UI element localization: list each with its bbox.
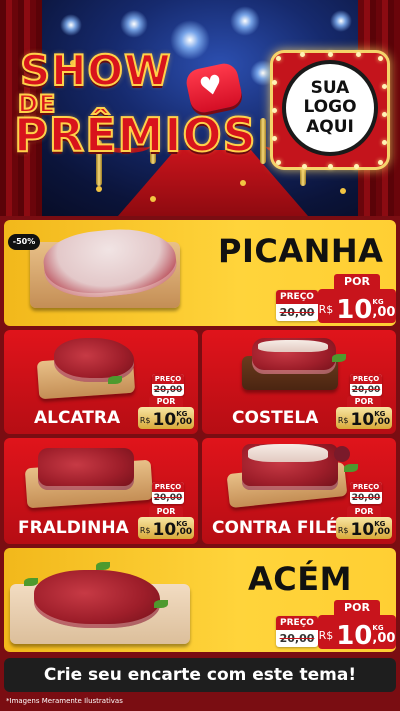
new-price-tag: POR R$ 10 KG ,00 — [138, 396, 194, 429]
new-price-tag: POR R$ 10 KG ,00 — [138, 506, 194, 539]
title-show: SHOW — [19, 46, 172, 95]
product-image-acem — [34, 570, 160, 628]
price-integer: 10 — [350, 520, 375, 540]
price-cents: ,00 — [176, 417, 193, 427]
old-price-label: PREÇO — [350, 482, 382, 492]
new-price-label: POR — [149, 506, 183, 517]
hero-banner: SHOW DE PRÊMIOS ♥ SUA LOGO AQUI — [0, 0, 400, 216]
currency: R$ — [139, 526, 151, 535]
title-premios: PRÊMIOS — [13, 108, 257, 162]
new-price-label: POR — [149, 396, 183, 407]
product-card-costela[interactable]: PREÇO 20,00 COSTELA POR R$ 10 KG ,00 — [202, 330, 396, 434]
coin-confetti — [240, 180, 246, 186]
price-integer: 10 — [152, 520, 177, 540]
price-cents: ,00 — [372, 631, 396, 646]
logo-placeholder[interactable]: SUA LOGO AQUI — [282, 60, 378, 156]
old-price: 20,00 — [351, 493, 381, 503]
product-name: ACÉM — [248, 560, 352, 598]
new-price-tag: POR R$ 10 KG ,00 — [318, 600, 396, 649]
product-name: PICANHA — [218, 232, 384, 270]
herb-garnish — [108, 376, 122, 384]
old-price: 20,00 — [153, 493, 183, 503]
new-price-label: POR — [334, 600, 380, 615]
currency: R$ — [337, 416, 349, 425]
product-name: FRALDINHA — [18, 518, 129, 538]
herb-garnish — [344, 464, 358, 472]
currency: R$ — [318, 629, 334, 642]
price-integer: 10 — [336, 295, 373, 325]
old-price: 20,00 — [153, 385, 183, 395]
currency: R$ — [337, 526, 349, 535]
price-integer: 10 — [152, 410, 177, 430]
product-name: COSTELA — [232, 408, 319, 428]
logo-placeholder-text: SUA LOGO AQUI — [303, 77, 357, 137]
spotlight — [170, 20, 210, 60]
new-price-tag: POR R$ 10 KG ,00 — [336, 506, 392, 539]
product-name: CONTRA FILÉ — [212, 518, 338, 538]
price-cents: ,00 — [374, 417, 391, 427]
old-price-label: PREÇO — [350, 374, 382, 384]
price-cents: ,00 — [176, 527, 193, 537]
price-cents: ,00 — [374, 527, 391, 537]
cta-banner[interactable]: Crie seu encarte com este tema! — [4, 658, 396, 692]
heart-icon: ♥ — [183, 61, 245, 115]
disclaimer: *Imagens Meramente Ilustrativas — [6, 697, 123, 705]
old-price-label: PREÇO — [152, 482, 184, 492]
old-price-label: PREÇO — [276, 616, 318, 630]
old-price: 20,00 — [279, 632, 315, 645]
old-price-tag: PREÇO 20,00 — [152, 482, 184, 504]
price-integer: 10 — [336, 621, 373, 651]
spotlight — [60, 14, 82, 36]
coin-confetti — [150, 196, 156, 202]
old-price: 20,00 — [279, 306, 315, 319]
spotlight — [120, 10, 148, 38]
new-price-tag: POR R$ 10 KG ,00 — [336, 396, 392, 429]
herb-garnish — [154, 600, 168, 608]
discount-badge: -50% — [8, 234, 40, 250]
old-price-tag: PREÇO 20,00 — [276, 290, 318, 321]
product-card-contra-file[interactable]: PREÇO 20,00 CONTRA FILÉ POR R$ 10 KG ,00 — [202, 438, 396, 544]
old-price-label: PREÇO — [152, 374, 184, 384]
herb-garnish — [96, 562, 110, 570]
old-price-tag: PREÇO 20,00 — [350, 374, 382, 396]
coin-confetti — [96, 186, 102, 192]
old-price-tag: PREÇO 20,00 — [152, 374, 184, 396]
onion-garnish — [334, 446, 350, 462]
product-image-alcatra — [54, 338, 134, 382]
price-cents: ,00 — [372, 305, 396, 320]
currency: R$ — [139, 416, 151, 425]
herb-garnish — [332, 354, 346, 362]
old-price-label: PREÇO — [276, 290, 318, 304]
product-name: ALCATRA — [34, 408, 121, 428]
fat-cap — [258, 340, 328, 352]
old-price-tag: PREÇO 20,00 — [350, 482, 382, 504]
product-image-fraldinha — [38, 448, 134, 490]
product-card-alcatra[interactable]: PREÇO 20,00 ALCATRA POR R$ 10 KG ,00 — [4, 330, 198, 434]
fat-cap — [248, 444, 328, 462]
product-card-fraldinha[interactable]: PREÇO 20,00 FRALDINHA POR R$ 10 KG ,00 — [4, 438, 198, 544]
old-price-tag: PREÇO 20,00 — [276, 616, 318, 647]
old-price: 20,00 — [351, 385, 381, 395]
new-price-label: POR — [347, 506, 381, 517]
product-card-picanha[interactable]: PICANHA PREÇO 20,00 POR R$ 10 KG ,00 — [4, 220, 396, 326]
currency: R$ — [318, 303, 334, 316]
spotlight — [230, 6, 260, 36]
coin-confetti — [340, 188, 346, 194]
new-price-tag: POR R$ 10 KG ,00 — [318, 274, 396, 323]
product-card-acem[interactable]: ACÉM PREÇO 20,00 POR R$ 10 KG ,00 — [4, 548, 396, 652]
new-price-label: POR — [347, 396, 381, 407]
new-price-label: POR — [334, 274, 380, 289]
herb-garnish — [24, 578, 38, 586]
cta-text: Crie seu encarte com este tema! — [43, 665, 357, 685]
spotlight — [330, 10, 352, 32]
price-integer: 10 — [350, 410, 375, 430]
